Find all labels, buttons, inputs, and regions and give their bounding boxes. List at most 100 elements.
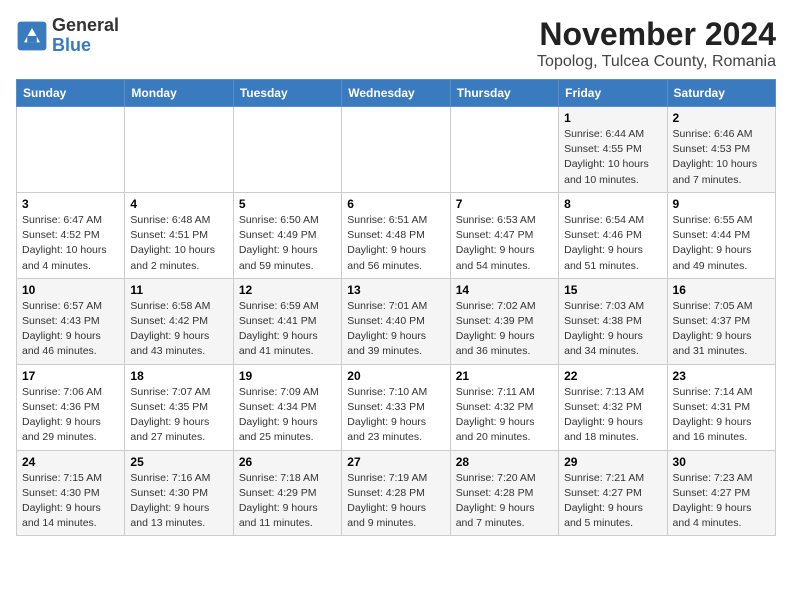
calendar-cell: 3 Sunrise: 6:47 AMSunset: 4:52 PMDaylight… xyxy=(17,192,125,278)
day-info: Sunrise: 7:21 AMSunset: 4:27 PMDaylight:… xyxy=(564,471,661,532)
calendar-cell: 11Sunrise: 6:58 AMSunset: 4:42 PMDayligh… xyxy=(125,278,233,364)
calendar-week-row: 10Sunrise: 6:57 AMSunset: 4:43 PMDayligh… xyxy=(17,278,776,364)
calendar-cell: 22 Sunrise: 7:13 AMSunset: 4:32 PMDayligh… xyxy=(559,364,667,450)
calendar-cell: 30 Sunrise: 7:23 AMSunset: 4:27 PMDayligh… xyxy=(667,450,775,536)
day-number: 14 xyxy=(456,283,553,297)
calendar-cell: 20 Sunrise: 7:10 AMSunset: 4:33 PMDayligh… xyxy=(342,364,450,450)
day-info: Sunrise: 7:23 AMSunset: 4:27 PMDaylight:… xyxy=(673,471,770,532)
calendar-cell: 24 Sunrise: 7:15 AMSunset: 4:30 PMDayligh… xyxy=(17,450,125,536)
calendar-cell: 17 Sunrise: 7:06 AMSunset: 4:36 PMDayligh… xyxy=(17,364,125,450)
calendar-cell: 27 Sunrise: 7:19 AMSunset: 4:28 PMDayligh… xyxy=(342,450,450,536)
day-info: Sunrise: 6:50 AMSunset: 4:49 PMDaylight:… xyxy=(239,213,336,274)
day-number: 4 xyxy=(130,197,227,211)
day-info: Sunrise: 7:16 AMSunset: 4:30 PMDaylight:… xyxy=(130,471,227,532)
day-info: Sunrise: 6:55 AMSunset: 4:44 PMDaylight:… xyxy=(673,213,770,274)
day-info: Sunrise: 7:19 AMSunset: 4:28 PMDaylight:… xyxy=(347,471,444,532)
day-info: Sunrise: 6:59 AMSunset: 4:41 PMDaylight:… xyxy=(239,299,336,360)
day-info: Sunrise: 7:13 AMSunset: 4:32 PMDaylight:… xyxy=(564,385,661,446)
calendar-cell: 26 Sunrise: 7:18 AMSunset: 4:29 PMDayligh… xyxy=(233,450,341,536)
day-number: 1 xyxy=(564,111,661,125)
weekday-header-cell: Tuesday xyxy=(233,80,341,107)
calendar-cell xyxy=(17,107,125,193)
weekday-header-cell: Monday xyxy=(125,80,233,107)
logo-icon xyxy=(16,20,48,52)
day-number: 2 xyxy=(673,111,770,125)
calendar-cell: 16 Sunrise: 7:05 AMSunset: 4:37 PMDayligh… xyxy=(667,278,775,364)
calendar-header-row: SundayMondayTuesdayWednesdayThursdayFrid… xyxy=(17,80,776,107)
day-number: 23 xyxy=(673,369,770,383)
day-info: Sunrise: 7:09 AMSunset: 4:34 PMDaylight:… xyxy=(239,385,336,446)
day-number: 27 xyxy=(347,455,444,469)
calendar-cell: 8Sunrise: 6:54 AMSunset: 4:46 PMDaylight… xyxy=(559,192,667,278)
day-number: 18 xyxy=(130,369,227,383)
calendar-cell: 7Sunrise: 6:53 AMSunset: 4:47 PMDaylight… xyxy=(450,192,558,278)
day-info: Sunrise: 7:15 AMSunset: 4:30 PMDaylight:… xyxy=(22,471,119,532)
calendar-table: SundayMondayTuesdayWednesdayThursdayFrid… xyxy=(16,79,776,536)
calendar-cell: 25Sunrise: 7:16 AMSunset: 4:30 PMDayligh… xyxy=(125,450,233,536)
page-header: General Blue November 2024 Topolog, Tulc… xyxy=(16,16,776,71)
weekday-header-cell: Wednesday xyxy=(342,80,450,107)
calendar-cell xyxy=(450,107,558,193)
day-info: Sunrise: 7:05 AMSunset: 4:37 PMDaylight:… xyxy=(673,299,770,360)
weekday-header-cell: Sunday xyxy=(17,80,125,107)
calendar-cell: 1 Sunrise: 6:44 AMSunset: 4:55 PMDaylight… xyxy=(559,107,667,193)
day-number: 29 xyxy=(564,455,661,469)
page-subtitle: Topolog, Tulcea County, Romania xyxy=(537,53,776,71)
calendar-cell: 6 Sunrise: 6:51 AMSunset: 4:48 PMDaylight… xyxy=(342,192,450,278)
day-info: Sunrise: 7:18 AMSunset: 4:29 PMDaylight:… xyxy=(239,471,336,532)
day-number: 22 xyxy=(564,369,661,383)
day-number: 5 xyxy=(239,197,336,211)
day-info: Sunrise: 6:57 AMSunset: 4:43 PMDaylight:… xyxy=(22,299,119,360)
day-number: 11 xyxy=(130,283,227,297)
day-number: 26 xyxy=(239,455,336,469)
calendar-cell: 28 Sunrise: 7:20 AMSunset: 4:28 PMDayligh… xyxy=(450,450,558,536)
day-number: 28 xyxy=(456,455,553,469)
calendar-week-row: 3 Sunrise: 6:47 AMSunset: 4:52 PMDaylight… xyxy=(17,192,776,278)
title-block: November 2024 Topolog, Tulcea County, Ro… xyxy=(537,16,776,71)
day-number: 6 xyxy=(347,197,444,211)
day-number: 17 xyxy=(22,369,119,383)
day-number: 15 xyxy=(564,283,661,297)
day-info: Sunrise: 7:07 AMSunset: 4:35 PMDaylight:… xyxy=(130,385,227,446)
calendar-cell xyxy=(233,107,341,193)
calendar-cell: 23 Sunrise: 7:14 AMSunset: 4:31 PMDayligh… xyxy=(667,364,775,450)
day-info: Sunrise: 7:11 AMSunset: 4:32 PMDaylight:… xyxy=(456,385,553,446)
calendar-cell: 4Sunrise: 6:48 AMSunset: 4:51 PMDaylight… xyxy=(125,192,233,278)
calendar-cell: 29 Sunrise: 7:21 AMSunset: 4:27 PMDayligh… xyxy=(559,450,667,536)
day-info: Sunrise: 7:10 AMSunset: 4:33 PMDaylight:… xyxy=(347,385,444,446)
day-number: 3 xyxy=(22,197,119,211)
day-number: 24 xyxy=(22,455,119,469)
day-number: 16 xyxy=(673,283,770,297)
calendar-cell: 2 Sunrise: 6:46 AMSunset: 4:53 PMDaylight… xyxy=(667,107,775,193)
weekday-header-cell: Saturday xyxy=(667,80,775,107)
day-info: Sunrise: 7:02 AMSunset: 4:39 PMDaylight:… xyxy=(456,299,553,360)
day-number: 20 xyxy=(347,369,444,383)
day-info: Sunrise: 7:03 AMSunset: 4:38 PMDaylight:… xyxy=(564,299,661,360)
day-info: Sunrise: 7:06 AMSunset: 4:36 PMDaylight:… xyxy=(22,385,119,446)
day-info: Sunrise: 7:20 AMSunset: 4:28 PMDaylight:… xyxy=(456,471,553,532)
calendar-cell: 12 Sunrise: 6:59 AMSunset: 4:41 PMDayligh… xyxy=(233,278,341,364)
weekday-header-cell: Thursday xyxy=(450,80,558,107)
calendar-body: 1 Sunrise: 6:44 AMSunset: 4:55 PMDaylight… xyxy=(17,107,776,536)
calendar-week-row: 17 Sunrise: 7:06 AMSunset: 4:36 PMDayligh… xyxy=(17,364,776,450)
calendar-cell: 21 Sunrise: 7:11 AMSunset: 4:32 PMDayligh… xyxy=(450,364,558,450)
calendar-cell xyxy=(342,107,450,193)
day-info: Sunrise: 6:44 AMSunset: 4:55 PMDaylight:… xyxy=(564,127,661,188)
day-number: 13 xyxy=(347,283,444,297)
page-title: November 2024 xyxy=(537,16,776,53)
calendar-cell: 9 Sunrise: 6:55 AMSunset: 4:44 PMDaylight… xyxy=(667,192,775,278)
day-number: 8 xyxy=(564,197,661,211)
day-info: Sunrise: 6:47 AMSunset: 4:52 PMDaylight:… xyxy=(22,213,119,274)
day-info: Sunrise: 6:53 AMSunset: 4:47 PMDaylight:… xyxy=(456,213,553,274)
day-number: 9 xyxy=(673,197,770,211)
day-number: 12 xyxy=(239,283,336,297)
day-info: Sunrise: 7:14 AMSunset: 4:31 PMDaylight:… xyxy=(673,385,770,446)
day-number: 21 xyxy=(456,369,553,383)
day-number: 30 xyxy=(673,455,770,469)
logo: General Blue xyxy=(16,16,119,56)
day-info: Sunrise: 6:51 AMSunset: 4:48 PMDaylight:… xyxy=(347,213,444,274)
calendar-week-row: 24 Sunrise: 7:15 AMSunset: 4:30 PMDayligh… xyxy=(17,450,776,536)
day-info: Sunrise: 6:46 AMSunset: 4:53 PMDaylight:… xyxy=(673,127,770,188)
calendar-cell: 18 Sunrise: 7:07 AMSunset: 4:35 PMDayligh… xyxy=(125,364,233,450)
calendar-cell: 19Sunrise: 7:09 AMSunset: 4:34 PMDayligh… xyxy=(233,364,341,450)
